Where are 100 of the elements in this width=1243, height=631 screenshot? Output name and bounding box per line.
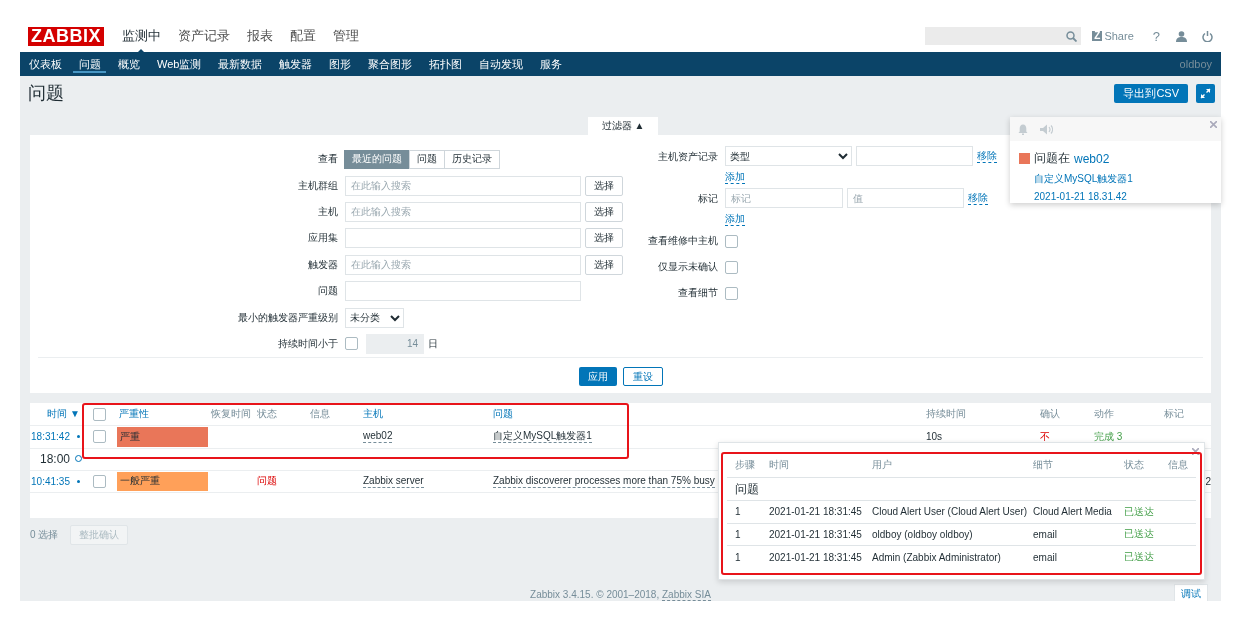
- status-cell-text: 已送达: [1124, 550, 1155, 565]
- step-cell-text: 1: [735, 528, 742, 540]
- severity-cell: 严重: [117, 427, 208, 447]
- host-link[interactable]: web02: [363, 430, 393, 444]
- select-button[interactable]: 选择: [585, 254, 623, 275]
- timeline-ring: [75, 455, 82, 462]
- column-header: 信息: [1168, 458, 1189, 472]
- timeline-dot: [77, 435, 80, 439]
- menu-item[interactable]: 管理: [324, 27, 367, 45]
- problem-link[interactable]: 自定义MySQL触发器1: [493, 430, 592, 444]
- status-text: 问题: [257, 474, 277, 489]
- share-link[interactable]: Z Share: [1092, 30, 1134, 42]
- debug-button[interactable]: 调试: [1174, 584, 1208, 601]
- column-header[interactable]: 时间 ▼: [47, 407, 80, 421]
- details-cell-text: email: [1033, 528, 1058, 540]
- close-icon[interactable]: [1210, 121, 1217, 128]
- column-header[interactable]: 主机: [363, 407, 383, 421]
- collapse-toggle[interactable]: ▲: [634, 120, 645, 131]
- timeline-marker: 18:00: [39, 452, 70, 466]
- field-label: 触发器: [307, 257, 338, 272]
- search-input[interactable]: 在此输入搜索: [345, 175, 581, 196]
- checkbox[interactable]: [725, 234, 738, 248]
- actions-link[interactable]: 完成 3: [1094, 429, 1123, 444]
- search-field[interactable]: [925, 27, 1082, 45]
- select-button[interactable]: 选择: [585, 175, 623, 196]
- inventory-select[interactable]: 类型: [725, 146, 852, 166]
- column-header: 时间: [769, 458, 790, 472]
- ack-link[interactable]: 不: [1040, 429, 1050, 444]
- column-header: 步骤: [735, 458, 756, 472]
- export-button[interactable]: 导出到CSV: [1114, 83, 1188, 103]
- inventory-input[interactable]: [856, 146, 973, 166]
- host-link[interactable]: Zabbix server: [363, 474, 424, 488]
- trigger-link[interactable]: 自定义MySQL触发器1: [1019, 172, 1212, 186]
- problem-input[interactable]: [345, 281, 581, 302]
- column-header: 持续时间: [926, 407, 966, 421]
- value-input[interactable]: 值: [847, 188, 964, 208]
- field-label: 持续时间小于: [277, 336, 338, 351]
- fullscreen-icon: [1200, 87, 1211, 99]
- duration-text: 10s: [926, 431, 943, 443]
- checkbox[interactable]: [93, 474, 106, 488]
- fullscreen-button[interactable]: [1196, 83, 1215, 103]
- copyright-text: Zabbix 3.4.15. © 2001–2018, Zabbix SIA: [530, 588, 711, 600]
- nav-tab[interactable]: 最新数据: [212, 52, 268, 76]
- remove-link[interactable]: 移除: [977, 149, 997, 163]
- nav-tab[interactable]: 拓扑图: [423, 52, 468, 76]
- unit-label: 日: [428, 336, 438, 351]
- column-header: 信息: [310, 407, 330, 421]
- add-link[interactable]: 添加: [725, 171, 745, 184]
- nav-tab[interactable]: 触发器: [273, 52, 318, 76]
- status-cell-text: 已送达: [1124, 527, 1155, 542]
- checkbox[interactable]: [93, 430, 106, 444]
- column-header: 用户: [872, 458, 893, 472]
- field-label: 主机群组: [297, 178, 338, 193]
- nav-tab[interactable]: 问题: [73, 52, 106, 76]
- menu-item[interactable]: 配置: [281, 27, 324, 45]
- power-icon[interactable]: [1202, 30, 1213, 42]
- nav-tab[interactable]: Web监测: [151, 52, 207, 76]
- problem-link[interactable]: Zabbix discoverer processes more than 75% busy: [493, 474, 715, 488]
- add-link[interactable]: 添加: [725, 213, 745, 226]
- host-link[interactable]: web02: [1074, 151, 1110, 166]
- nav-tab[interactable]: 图形: [323, 52, 357, 76]
- search-input[interactable]: 在此输入搜索: [345, 254, 581, 275]
- select-button[interactable]: 选择: [585, 228, 623, 249]
- severity-select[interactable]: 未分类: [345, 307, 404, 328]
- tag-input[interactable]: 标记: [725, 188, 843, 208]
- field-label: 查看细节: [678, 286, 718, 300]
- close-icon[interactable]: [1192, 448, 1199, 455]
- search-input[interactable]: [345, 228, 581, 249]
- remove-link[interactable]: 移除: [968, 191, 988, 205]
- event-time[interactable]: 18:31:42: [31, 431, 70, 443]
- view-toggle[interactable]: 历史记录: [444, 149, 500, 169]
- column-header: 标记: [1164, 407, 1184, 421]
- checkbox[interactable]: [93, 407, 106, 421]
- event-time[interactable]: 10:41:35: [31, 475, 70, 487]
- checkbox[interactable]: [725, 260, 738, 274]
- nav-tab[interactable]: 仪表板: [23, 52, 67, 76]
- checkbox[interactable]: [725, 286, 738, 300]
- event-time-link[interactable]: 2021-01-21 18.31.42: [1019, 191, 1212, 202]
- help-link[interactable]: ?: [1152, 28, 1160, 44]
- nav-tab[interactable]: 概览: [112, 52, 145, 76]
- column-header[interactable]: 问题: [493, 407, 513, 421]
- column-header: 确认: [1040, 407, 1060, 421]
- bell-icon[interactable]: [1018, 123, 1028, 135]
- view-toggle[interactable]: 问题: [409, 149, 445, 169]
- user-icon[interactable]: [1176, 30, 1187, 42]
- menu-item[interactable]: 报表: [238, 27, 281, 45]
- reset-button[interactable]: 重设: [622, 367, 663, 386]
- nav-tab[interactable]: 自动发现: [473, 52, 529, 76]
- apply-button[interactable]: 应用: [578, 367, 617, 386]
- step-cell-text: 1: [735, 551, 742, 563]
- column-header[interactable]: 严重性: [119, 407, 149, 421]
- status-cell-text: 已送达: [1124, 504, 1155, 519]
- nav-tab[interactable]: 服务: [534, 52, 568, 76]
- nav-tab[interactable]: 聚合图形: [362, 52, 418, 76]
- speaker-icon[interactable]: [1040, 123, 1053, 135]
- search-input[interactable]: 在此输入搜索: [345, 201, 581, 222]
- severity-cell: 一般严重: [117, 471, 208, 491]
- select-button[interactable]: 选择: [585, 201, 623, 222]
- menu-item[interactable]: 资产记录: [169, 27, 238, 45]
- filter-tab[interactable]: 过滤器 ▲: [588, 117, 658, 135]
